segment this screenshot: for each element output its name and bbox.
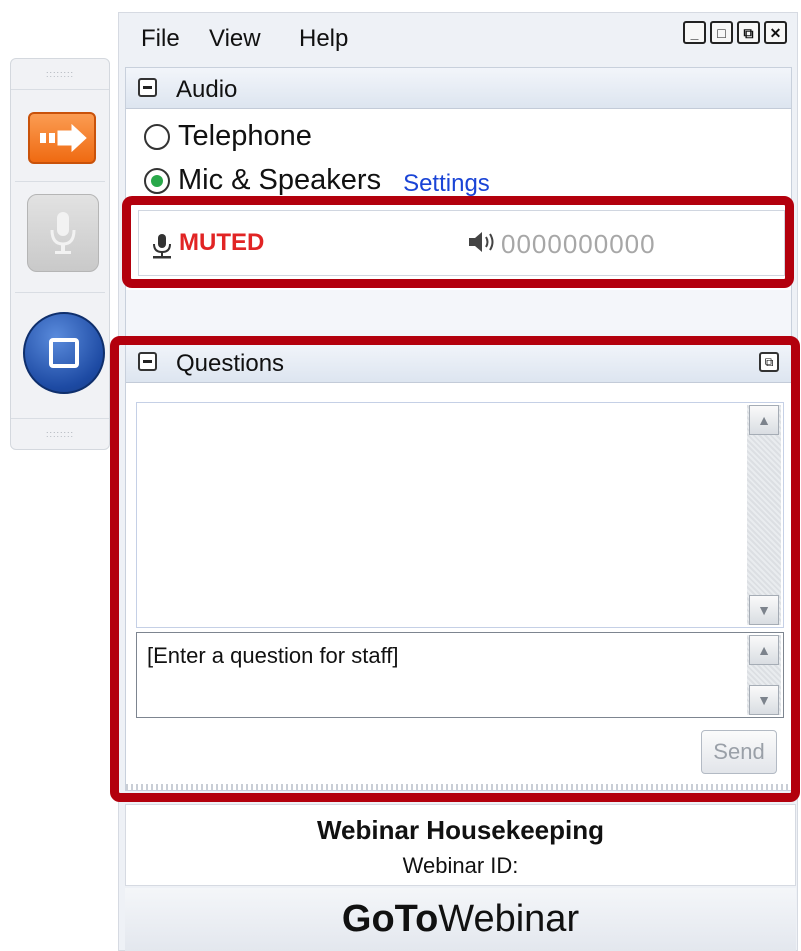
questions-section: Questions ⧉ ▲ ▼ [Enter a question for st… — [125, 341, 792, 791]
window-controls: _ □ ⧉ ✕ — [683, 21, 787, 44]
questions-log[interactable]: ▲ ▼ — [136, 402, 784, 628]
speaker-icon — [469, 232, 494, 252]
maximize-icon: □ — [717, 24, 726, 41]
settings-link[interactable]: Settings — [403, 170, 490, 198]
send-button[interactable]: Send — [701, 730, 777, 774]
mute-status: MUTED — [179, 229, 265, 256]
dock-grip-bottom-icon[interactable]: :::::::: — [11, 418, 109, 449]
telephone-radio[interactable] — [144, 123, 170, 150]
scroll-down-icon[interactable]: ▼ — [749, 685, 779, 715]
arrow-icon — [40, 123, 87, 153]
telephone-label: Telephone — [178, 120, 312, 152]
menu-help[interactable]: Help — [299, 25, 348, 53]
scroll-up-icon[interactable]: ▲ — [749, 405, 779, 435]
dock-grip-top-icon[interactable]: :::::::: — [11, 59, 109, 90]
menu-view[interactable]: View — [209, 25, 261, 53]
audio-footer — [126, 290, 791, 336]
webinar-title: Webinar Housekeeping — [316, 815, 605, 845]
microphone-button[interactable] — [27, 194, 99, 272]
brand-rest: Webinar — [438, 898, 580, 940]
popout-icon[interactable]: ⧉ — [759, 352, 779, 372]
questions-header: Questions ⧉ — [126, 342, 791, 383]
questions-title: Questions — [176, 350, 285, 377]
menu-bar: File View Help _ □ ⧉ ✕ — [119, 13, 797, 65]
show-hide-panel-button[interactable] — [28, 112, 96, 164]
stop-icon — [49, 338, 79, 368]
scroll-up-icon[interactable]: ▲ — [749, 635, 779, 665]
maximize-button[interactable]: □ — [710, 21, 733, 44]
questions-resize-grip[interactable] — [126, 784, 791, 790]
minimize-icon: _ — [690, 24, 699, 41]
restore-icon: ⧉ — [743, 24, 754, 41]
audio-status-bar: MUTED 0000000000 — [138, 210, 785, 276]
audio-title: Audio — [176, 76, 238, 103]
questions-collapse-icon[interactable] — [138, 352, 157, 371]
mic-speakers-radio[interactable] — [144, 167, 170, 194]
question-input-placeholder: [Enter a question for staff] — [147, 643, 399, 668]
question-input[interactable]: [Enter a question for staff] ▲ ▼ — [136, 632, 784, 718]
brand-bold: GoTo — [341, 898, 439, 940]
webinar-info-panel: Webinar Housekeeping Webinar ID: — [125, 804, 796, 886]
microphone-icon — [153, 234, 171, 259]
audio-section: Audio Telephone Mic & Speakers Settings … — [125, 67, 792, 337]
telephone-option[interactable]: Telephone — [144, 120, 312, 153]
mic-speakers-label: Mic & Speakers — [178, 164, 382, 196]
question-input-scrollbar[interactable]: ▲ ▼ — [747, 635, 781, 715]
close-icon: ✕ — [769, 24, 782, 41]
menu-file[interactable]: File — [141, 25, 180, 53]
audio-level-meter: 0000000000 — [501, 229, 656, 259]
audio-header: Audio — [126, 68, 791, 109]
restore-button[interactable]: ⧉ — [737, 21, 760, 44]
scroll-down-icon[interactable]: ▼ — [749, 595, 779, 625]
questions-log-scrollbar[interactable]: ▲ ▼ — [747, 405, 781, 625]
control-dock: :::::::: :::::::: — [10, 58, 110, 450]
gotowebinar-logo: GoTo Webinar — [125, 888, 796, 951]
microphone-icon — [50, 212, 76, 254]
stop-button[interactable] — [23, 312, 105, 394]
minimize-button[interactable]: _ — [683, 21, 706, 44]
mic-speakers-option[interactable]: Mic & Speakers Settings — [144, 164, 490, 197]
audio-collapse-icon[interactable] — [138, 78, 157, 97]
webinar-id-label: Webinar ID: — [402, 853, 519, 878]
close-button[interactable]: ✕ — [764, 21, 787, 44]
